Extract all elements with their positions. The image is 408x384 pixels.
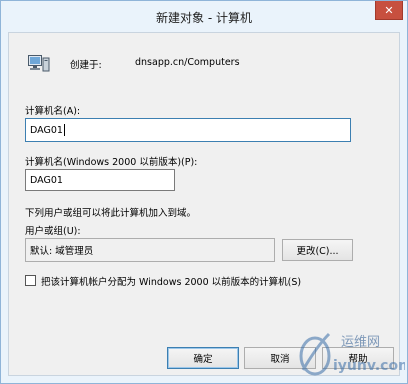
close-button[interactable]: ✕ bbox=[375, 1, 403, 20]
window-title: 新建对象 - 计算机 bbox=[156, 11, 252, 25]
title-bar[interactable]: 新建对象 - 计算机 ✕ bbox=[1, 1, 407, 32]
text-cursor bbox=[63, 124, 65, 136]
user-group-field: 默认: 域管理员 bbox=[25, 238, 275, 262]
computer-name-label: 计算机名(A): bbox=[25, 106, 81, 117]
computer-name-input[interactable]: DAG01 bbox=[25, 118, 351, 142]
user-group-label: 用户或组(U): bbox=[25, 226, 81, 237]
change-button[interactable]: 更改(C)... bbox=[282, 239, 353, 261]
pre2000-name-value: DAG01 bbox=[30, 174, 63, 186]
user-group-value: 默认: 域管理员 bbox=[30, 246, 94, 257]
close-icon: ✕ bbox=[384, 3, 394, 17]
assign-pre2000-checkbox[interactable] bbox=[25, 275, 36, 286]
created-in-label: 创建于: bbox=[70, 60, 102, 71]
join-domain-info: 下列用户或组可以将此计算机加入到域。 bbox=[25, 208, 197, 219]
created-in-path: dnsapp.cn/Computers bbox=[135, 57, 240, 68]
cancel-button[interactable]: 取消 bbox=[244, 347, 316, 369]
ok-button[interactable]: 确定 bbox=[167, 347, 239, 369]
help-button[interactable]: 帮助 bbox=[322, 347, 394, 369]
pre2000-name-input[interactable]: DAG01 bbox=[25, 169, 175, 191]
computer-name-value: DAG01 bbox=[30, 124, 63, 136]
new-object-computer-dialog: 新建对象 - 计算机 ✕ 创建于: dnsapp.cn/Computers 计算… bbox=[0, 0, 408, 384]
assign-pre2000-label[interactable]: 把该计算机帐户分配为 Windows 2000 以前版本的计算机(S) bbox=[41, 274, 301, 288]
computer-icon bbox=[28, 55, 50, 72]
pre2000-name-label: 计算机名(Windows 2000 以前版本)(P): bbox=[25, 157, 198, 168]
dialog-body: 创建于: dnsapp.cn/Computers 计算机名(A): DAG01 … bbox=[8, 32, 400, 376]
